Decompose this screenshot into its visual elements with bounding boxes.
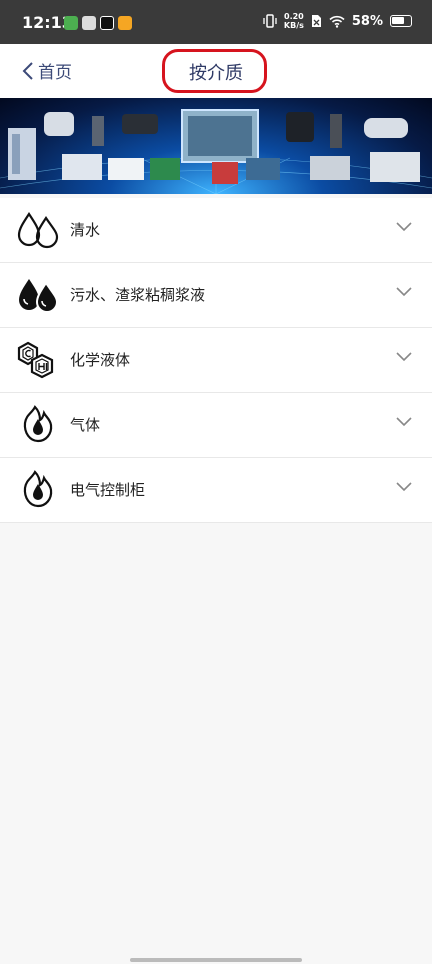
list-item-label: 清水	[70, 221, 101, 239]
double-drop-filled-icon	[19, 279, 59, 313]
list-item-sewage-slurry[interactable]: 污水、渣浆粘稠浆液	[0, 263, 432, 328]
battery-icon	[390, 15, 412, 27]
list-item-chemical-liquid[interactable]: 化学液体	[0, 328, 432, 393]
list-item-gas[interactable]: 气体	[0, 393, 432, 458]
net-speed-unit: KB/s	[283, 21, 304, 30]
tiktok-icon	[100, 16, 114, 30]
page-header: 首页 按介质	[0, 44, 432, 98]
vibrate-icon	[263, 14, 277, 28]
flame-drop-icon	[23, 470, 53, 508]
chevron-down-icon	[396, 222, 412, 232]
list-item-clean-water[interactable]: 清水	[0, 198, 432, 263]
chevron-down-icon	[396, 287, 412, 297]
list-item-label: 化学液体	[70, 351, 131, 369]
wifi-icon	[329, 15, 345, 28]
network-speed: 0.20 KB/s	[284, 12, 304, 30]
list-item-label: 气体	[70, 416, 101, 434]
home-indicator[interactable]	[130, 958, 302, 962]
product-banner	[0, 98, 432, 194]
battery-percent: 58%	[351, 13, 383, 29]
chevron-down-icon	[396, 482, 412, 492]
net-speed-value: 0.20	[284, 12, 304, 21]
chevron-down-icon	[396, 352, 412, 362]
app-notification-icon	[64, 16, 78, 30]
double-drop-outline-icon	[17, 212, 59, 249]
media-category-list: 清水 污水、渣浆粘稠浆液 化学液体 气体 电气控制柜	[0, 198, 432, 523]
chevron-down-icon	[396, 417, 412, 427]
notification-icons	[64, 16, 132, 30]
list-item-label: 污水、渣浆粘稠浆液	[70, 286, 206, 304]
status-bar: 12:13 0.20 KB/s 58%	[0, 0, 432, 44]
sim-off-icon	[311, 15, 321, 27]
title-highlight-circle	[162, 49, 267, 93]
app-notification-icon	[118, 16, 132, 30]
chemical-hexagon-icon	[17, 341, 54, 379]
banner-product-images	[8, 109, 420, 184]
list-item-electrical-cabinet[interactable]: 电气控制柜	[0, 458, 432, 523]
app-notification-icon	[82, 16, 96, 30]
list-item-label: 电气控制柜	[70, 481, 146, 499]
flame-drop-icon	[23, 405, 53, 443]
